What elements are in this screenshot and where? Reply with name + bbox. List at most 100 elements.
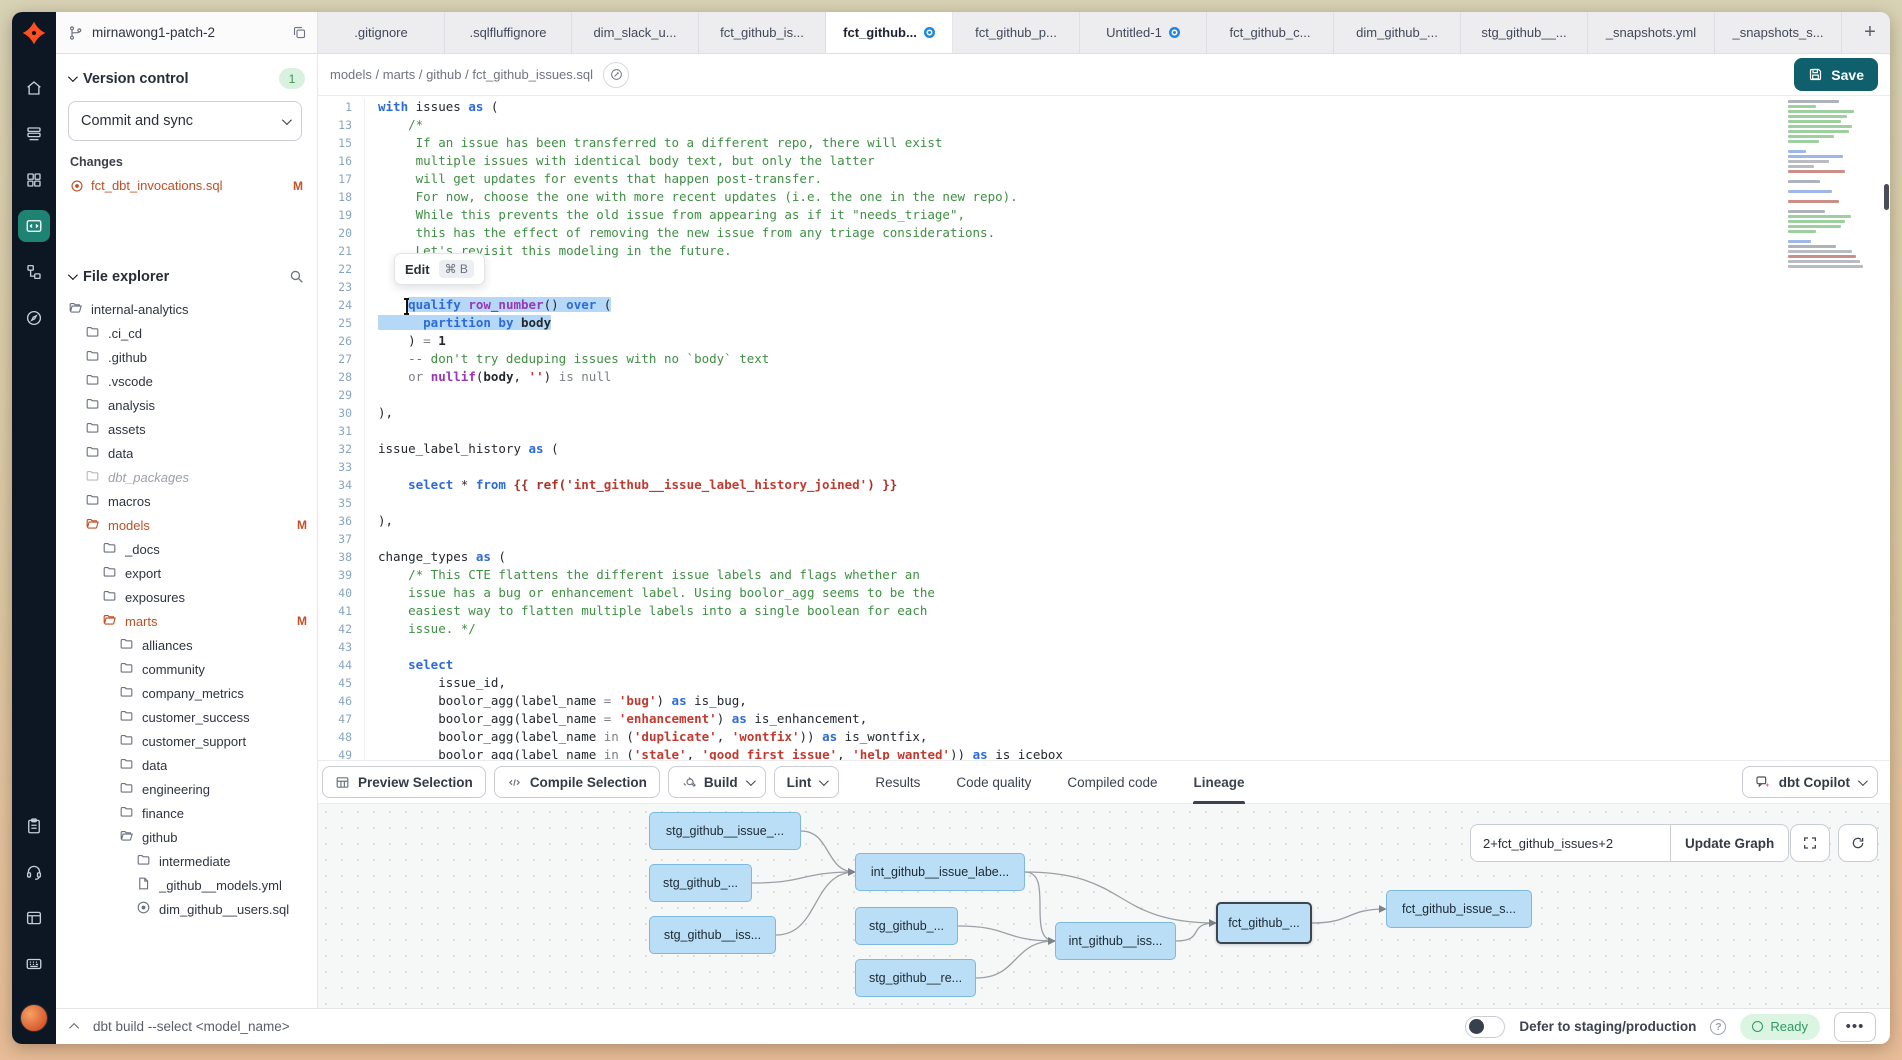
- dashboard-icon[interactable]: [18, 164, 50, 196]
- tree-folder-item[interactable]: martsM: [56, 609, 317, 633]
- lineage-node[interactable]: stg_github_...: [855, 907, 958, 945]
- fullscreen-button[interactable]: [1790, 824, 1830, 862]
- tab-code-quality[interactable]: Code quality: [956, 760, 1031, 804]
- preview-selection-button[interactable]: Preview Selection: [322, 766, 486, 798]
- file-tab[interactable]: _snapshots.yml: [1588, 12, 1715, 53]
- tree-folder-item[interactable]: export: [56, 561, 317, 585]
- dbt-logo[interactable]: [12, 12, 56, 54]
- tree-file-item[interactable]: _github__models.yml: [56, 873, 317, 897]
- tree-folder-item[interactable]: dbt_packages: [56, 465, 317, 489]
- code-line[interactable]: 49 boolor_agg(label_name in ('stale', 'g…: [318, 746, 1890, 760]
- code-line[interactable]: 33: [318, 458, 1890, 476]
- lineage-node[interactable]: fct_github_issue_s...: [1386, 890, 1532, 928]
- tree-folder-item[interactable]: data: [56, 753, 317, 777]
- file-tab[interactable]: _snapshots_s...: [1715, 12, 1842, 53]
- tree-folder-item[interactable]: .github: [56, 345, 317, 369]
- code-line[interactable]: 23: [318, 278, 1890, 296]
- lineage-selector-input[interactable]: [1470, 824, 1670, 862]
- file-tab[interactable]: Untitled-1: [1080, 12, 1207, 53]
- file-actions-icon[interactable]: [603, 62, 629, 88]
- file-tab[interactable]: .sqlfluffignore: [445, 12, 572, 53]
- tree-file-item[interactable]: dim_github__users.sql: [56, 897, 317, 921]
- code-line[interactable]: 30),: [318, 404, 1890, 422]
- tree-folder-item[interactable]: engineering: [56, 777, 317, 801]
- code-line[interactable]: 36),: [318, 512, 1890, 530]
- code-line[interactable]: 26 ) = 1: [318, 332, 1890, 350]
- tab-lineage[interactable]: Lineage: [1193, 760, 1244, 804]
- file-tab[interactable]: stg_github__...: [1461, 12, 1588, 53]
- defer-toggle[interactable]: [1465, 1016, 1505, 1038]
- new-tab-button[interactable]: +: [1850, 12, 1890, 53]
- tree-folder-item[interactable]: assets: [56, 417, 317, 441]
- lineage-node[interactable]: fct_github_...: [1216, 902, 1312, 944]
- code-line[interactable]: 43: [318, 638, 1890, 656]
- tab-compiled-code[interactable]: Compiled code: [1067, 760, 1157, 804]
- orchestration-icon[interactable]: [18, 256, 50, 288]
- tree-folder-item[interactable]: data: [56, 441, 317, 465]
- code-line[interactable]: 44 select: [318, 656, 1890, 674]
- code-line[interactable]: 29: [318, 386, 1890, 404]
- shortcuts-icon[interactable]: [18, 948, 50, 980]
- code-line[interactable]: 40 issue has a bug or enhancement label.…: [318, 584, 1890, 602]
- command-input[interactable]: dbt build --select <model_name>: [93, 1019, 290, 1034]
- file-tab[interactable]: .gitignore: [318, 12, 445, 53]
- copy-icon[interactable]: [292, 25, 307, 40]
- code-line[interactable]: 41 easiest way to flatten multiple label…: [318, 602, 1890, 620]
- tree-folder-item[interactable]: alliances: [56, 633, 317, 657]
- code-line[interactable]: 13 /*: [318, 116, 1890, 134]
- lineage-node[interactable]: stg_github__issue_...: [649, 812, 801, 850]
- code-line[interactable]: 42 issue. */: [318, 620, 1890, 638]
- tree-folder-item[interactable]: .ci_cd: [56, 321, 317, 345]
- lint-button[interactable]: Lint: [774, 766, 840, 798]
- lineage-node[interactable]: int_github__iss...: [1055, 922, 1176, 960]
- tree-folder-item[interactable]: analysis: [56, 393, 317, 417]
- tree-folder-item[interactable]: modelsM: [56, 513, 317, 537]
- tree-folder-item[interactable]: exposures: [56, 585, 317, 609]
- changelog-icon[interactable]: [18, 902, 50, 934]
- user-avatar[interactable]: [20, 1004, 48, 1032]
- code-line[interactable]: 18 For now, choose the one with more rec…: [318, 188, 1890, 206]
- tree-folder-item[interactable]: github: [56, 825, 317, 849]
- code-line[interactable]: 24 qualify row_number() over (: [318, 296, 1890, 314]
- tree-folder-item[interactable]: .vscode: [56, 369, 317, 393]
- code-line[interactable]: 47 boolor_agg(label_name = 'enhancement'…: [318, 710, 1890, 728]
- docs-icon[interactable]: [18, 810, 50, 842]
- file-tab[interactable]: dim_slack_u...: [572, 12, 699, 53]
- code-line[interactable]: 21 Let's revisit this modeling in the fu…: [318, 242, 1890, 260]
- collapse-panel-icon[interactable]: [69, 1023, 79, 1033]
- tree-folder-item[interactable]: intermediate: [56, 849, 317, 873]
- commit-and-sync-button[interactable]: Commit and sync: [68, 101, 302, 141]
- lineage-node[interactable]: int_github__issue_labe...: [855, 853, 1025, 891]
- update-graph-button[interactable]: Update Graph: [1670, 824, 1789, 862]
- minimap[interactable]: [1788, 100, 1880, 315]
- code-line[interactable]: 38change_types as (: [318, 548, 1890, 566]
- code-line[interactable]: 45 issue_id,: [318, 674, 1890, 692]
- tree-folder-item[interactable]: macros: [56, 489, 317, 513]
- file-tab[interactable]: fct_github_c...: [1207, 12, 1334, 53]
- explore-icon[interactable]: [18, 302, 50, 334]
- code-line[interactable]: 16 multiple issues with identical body t…: [318, 152, 1890, 170]
- support-icon[interactable]: [18, 856, 50, 888]
- refresh-button[interactable]: [1838, 824, 1878, 862]
- code-line[interactable]: 35: [318, 494, 1890, 512]
- compile-selection-button[interactable]: Compile Selection: [494, 766, 660, 798]
- code-line[interactable]: 1with issues as (: [318, 98, 1890, 116]
- file-explorer-header[interactable]: File explorer: [56, 254, 317, 293]
- code-line[interactable]: 39 /* This CTE flattens the different is…: [318, 566, 1890, 584]
- code-line[interactable]: 19 While this prevents the old issue fro…: [318, 206, 1890, 224]
- file-tab[interactable]: fct_github...: [826, 12, 953, 53]
- editor-scrollbar[interactable]: [1884, 184, 1889, 210]
- code-line[interactable]: 17 will get updates for events that happ…: [318, 170, 1890, 188]
- lineage-node[interactable]: stg_github_...: [649, 864, 752, 902]
- code-line[interactable]: 22: [318, 260, 1890, 278]
- file-tab[interactable]: dim_github_...: [1334, 12, 1461, 53]
- lineage-node[interactable]: stg_github__re...: [855, 959, 976, 997]
- tree-folder-item[interactable]: finance: [56, 801, 317, 825]
- code-line[interactable]: 27 -- don't try deduping issues with no …: [318, 350, 1890, 368]
- tree-folder-item[interactable]: customer_support: [56, 729, 317, 753]
- code-line[interactable]: 37: [318, 530, 1890, 548]
- file-tab[interactable]: fct_github_p...: [953, 12, 1080, 53]
- tree-folder-item[interactable]: _docs: [56, 537, 317, 561]
- tree-folder-item[interactable]: internal-analytics: [56, 297, 317, 321]
- edit-tooltip[interactable]: Edit ⌘ B: [394, 253, 485, 285]
